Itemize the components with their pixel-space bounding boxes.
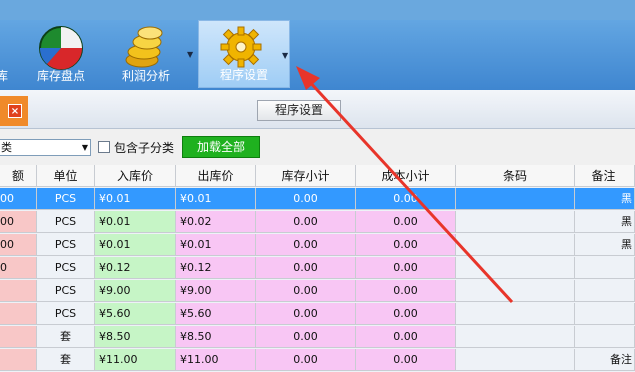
annotation-arrow bbox=[296, 66, 514, 304]
